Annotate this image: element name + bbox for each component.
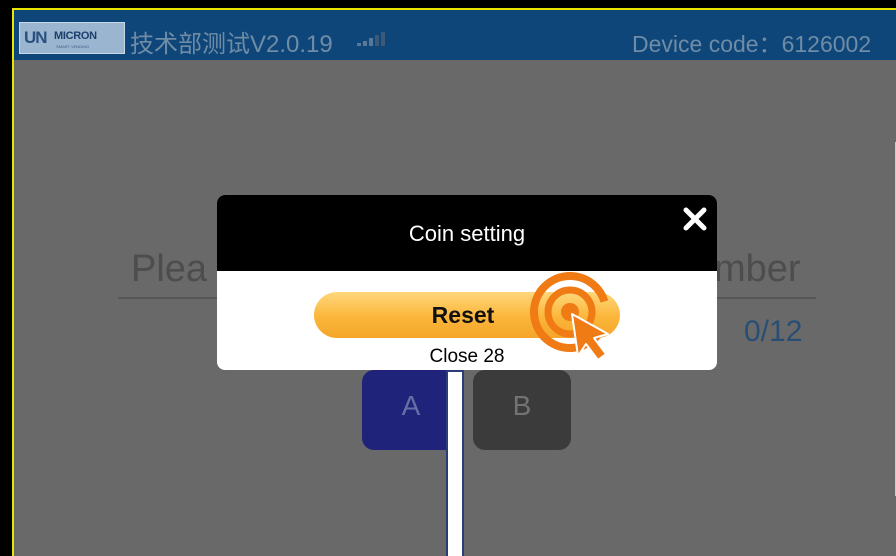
dialog-title: Coin setting [408, 221, 526, 246]
logo-mark: UN [24, 28, 48, 47]
reset-button-label: Reset [431, 302, 495, 328]
key-b-button[interactable]: B [473, 370, 571, 450]
signal-bars-icon [357, 32, 385, 46]
top-bar: UN MICRON SMART VENDING 技术部测试V2.0.19 Dev… [14, 10, 896, 60]
reset-button[interactable]: Reset [314, 292, 620, 338]
logo-brand: MICRON [54, 30, 97, 42]
app-screen: UN MICRON SMART VENDING 技术部测试V2.0.19 Dev… [12, 8, 896, 556]
logo-tagline: SMART VENDING [56, 44, 90, 49]
app-title: 技术部测试V2.0.19 [130, 31, 333, 58]
number-input-placeholder-left: Plea [131, 248, 208, 290]
dialog-header: Coin setting [217, 195, 717, 271]
device-code: Device code：6126002 [632, 31, 872, 57]
close-status-text: Close 28 [429, 346, 505, 367]
vertical-indicator-bar [446, 370, 464, 556]
number-input-placeholder-right: mber [714, 248, 801, 290]
close-icon[interactable] [680, 204, 710, 234]
input-counter: 0/12 [744, 315, 803, 348]
micron-logo: UN MICRON SMART VENDING [19, 22, 125, 54]
coin-setting-dialog: Coin setting Reset Close 28 [217, 195, 717, 370]
